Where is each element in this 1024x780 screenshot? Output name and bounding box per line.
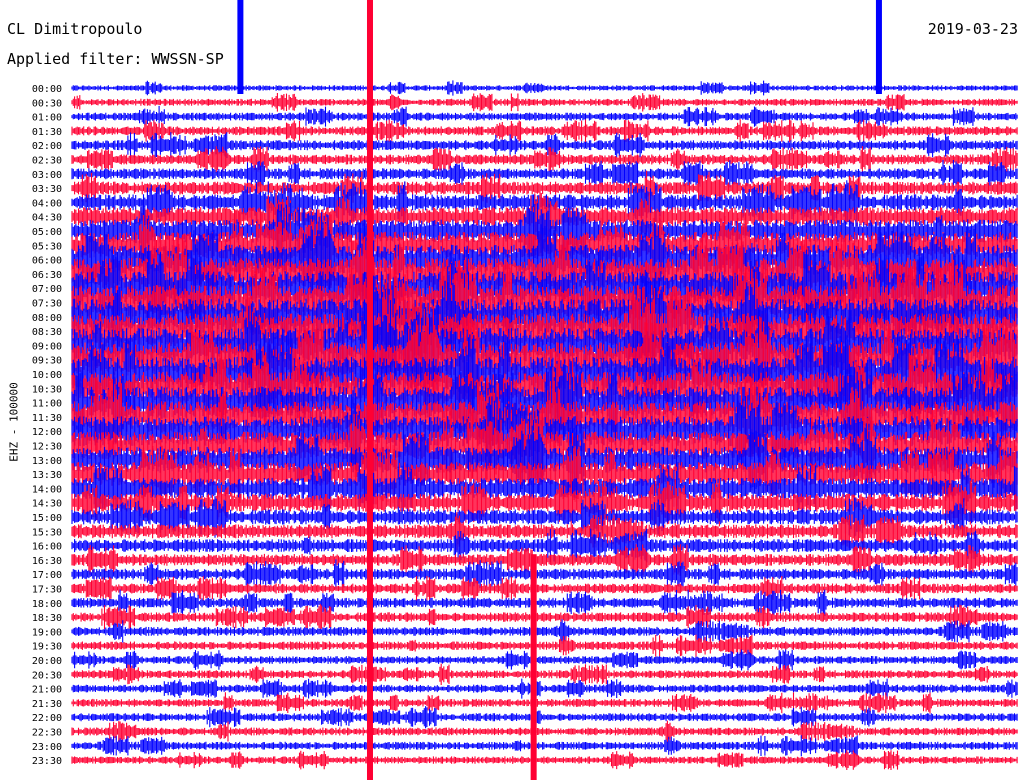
row-label-0700: 07:00 xyxy=(32,284,62,295)
row-label-0230: 02:30 xyxy=(32,156,62,167)
row-label-1000: 10:00 xyxy=(32,370,62,381)
row-label-0730: 07:30 xyxy=(32,299,62,310)
spike-2 xyxy=(237,0,244,94)
row-label-1600: 16:00 xyxy=(32,542,62,553)
row-label-2130: 21:30 xyxy=(32,699,62,710)
row-label-0500: 05:00 xyxy=(32,227,62,238)
trace-2330 xyxy=(71,750,1018,770)
row-label-1130: 11:30 xyxy=(32,413,62,424)
row-label-2300: 23:00 xyxy=(32,742,62,753)
row-label-0530: 05:30 xyxy=(32,241,62,252)
spike-0 xyxy=(366,0,373,780)
spike-3 xyxy=(875,0,882,94)
row-label-1030: 10:30 xyxy=(32,384,62,395)
trace-2000 xyxy=(71,649,1018,671)
row-label-1330: 13:30 xyxy=(32,470,62,481)
trace-0230 xyxy=(71,146,1018,173)
row-label-1400: 14:00 xyxy=(32,484,62,495)
row-label-0030: 00:30 xyxy=(32,98,62,109)
trace-1830 xyxy=(71,604,1018,631)
row-label-1730: 17:30 xyxy=(32,585,62,596)
helicorder-plot: 00:00 00:30 01:00 01:30 02:00 02:30 03:00 03:30… xyxy=(32,0,1018,780)
row-label-1900: 19:00 xyxy=(32,627,62,638)
row-label-1430: 14:30 xyxy=(32,499,62,510)
row-label-2100: 21:00 xyxy=(32,685,62,696)
row-label-1830: 18:30 xyxy=(32,613,62,624)
trace-0030 xyxy=(71,93,1018,112)
row-label-1700: 17:00 xyxy=(32,570,62,581)
trace-1930 xyxy=(71,634,1018,657)
spike-1 xyxy=(530,554,537,780)
row-label-0800: 08:00 xyxy=(32,313,62,324)
row-label-0330: 03:30 xyxy=(32,184,62,195)
row-label-1200: 12:00 xyxy=(32,427,62,438)
trace-0130 xyxy=(71,119,1018,143)
row-label-2230: 22:30 xyxy=(32,728,62,739)
row-label-0830: 08:30 xyxy=(32,327,62,338)
row-label-2200: 22:00 xyxy=(32,713,62,724)
row-label-1500: 15:00 xyxy=(32,513,62,524)
trace-2100 xyxy=(71,678,1018,699)
row-label-1100: 11:00 xyxy=(32,399,62,410)
row-label-0000: 00:00 xyxy=(32,84,62,95)
row-label-1230: 12:30 xyxy=(32,442,62,453)
row-label-0200: 02:00 xyxy=(32,141,62,152)
trace-1900 xyxy=(71,619,1018,644)
row-label-1630: 16:30 xyxy=(32,556,62,567)
traces xyxy=(71,80,1018,770)
row-label-0430: 04:30 xyxy=(32,213,62,224)
row-label-0900: 09:00 xyxy=(32,341,62,352)
row-label-0300: 03:00 xyxy=(32,170,62,181)
row-label-1300: 13:00 xyxy=(32,456,62,467)
row-labels: 00:00 00:30 01:00 01:30 02:00 02:30 03:00 03:30… xyxy=(32,84,62,767)
trace-0000 xyxy=(71,80,1018,96)
row-label-0400: 04:00 xyxy=(32,198,62,209)
row-label-0100: 01:00 xyxy=(32,113,62,124)
row-label-2330: 23:30 xyxy=(32,756,62,767)
trace-2300 xyxy=(71,735,1018,757)
row-label-2000: 20:00 xyxy=(32,656,62,667)
row-label-1930: 19:30 xyxy=(32,642,62,653)
row-label-2030: 20:30 xyxy=(32,670,62,681)
row-label-0600: 06:00 xyxy=(32,256,62,267)
row-label-1530: 15:30 xyxy=(32,527,62,538)
row-label-1800: 18:00 xyxy=(32,599,62,610)
row-label-0930: 09:30 xyxy=(32,356,62,367)
row-label-0130: 01:30 xyxy=(32,127,62,138)
row-label-0630: 06:30 xyxy=(32,270,62,281)
